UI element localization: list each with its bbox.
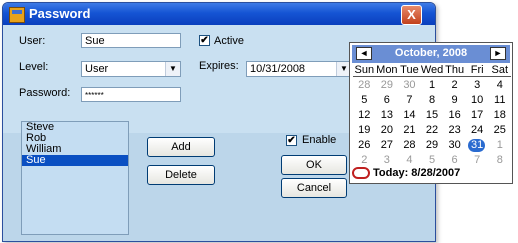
calendar-day[interactable]: 4 — [488, 78, 511, 93]
calendar-header: ◄ October, 2008 ► — [352, 45, 510, 63]
app-icon — [9, 7, 25, 23]
calendar-day[interactable]: 3 — [376, 153, 399, 168]
password-label: Password: — [19, 87, 71, 99]
calendar-day[interactable]: 13 — [376, 108, 399, 123]
calendar-day[interactable]: 30 — [443, 138, 466, 153]
calendar-day[interactable]: 17 — [466, 108, 489, 123]
calendar-day[interactable]: 2 — [443, 78, 466, 93]
calendar-day[interactable]: 28 — [398, 138, 421, 153]
level-select-value: User — [85, 63, 109, 75]
calendar-week: 19 20 21 22 23 24 25 — [353, 123, 511, 138]
calendar-day[interactable]: 11 — [488, 93, 511, 108]
users-listbox[interactable]: Steve Rob William Sue — [21, 121, 129, 235]
calendar-day[interactable]: 24 — [466, 123, 489, 138]
user-input[interactable]: Sue — [81, 33, 181, 48]
today-link[interactable]: Today: 8/28/2007 — [352, 167, 461, 180]
calendar-day[interactable]: 1 — [488, 138, 511, 153]
chevron-down-icon[interactable]: ▼ — [165, 62, 180, 76]
next-month-icon[interactable]: ► — [490, 47, 506, 60]
calendar-day[interactable]: 14 — [398, 108, 421, 123]
calendar-day-selected[interactable]: 31 — [466, 138, 489, 153]
weekday-label: Sat — [491, 64, 509, 76]
calendar-week: 28 29 30 1 2 3 4 — [353, 78, 511, 93]
enable-checkbox[interactable]: ✔ — [286, 135, 297, 146]
close-button[interactable]: X — [401, 5, 422, 25]
list-item-selected[interactable]: Sue — [22, 155, 128, 166]
ok-button[interactable]: OK — [281, 155, 347, 175]
calendar-day[interactable]: 6 — [376, 93, 399, 108]
weekday-label: Sun — [354, 64, 375, 76]
password-input[interactable]: ****** — [81, 87, 181, 102]
calendar-day[interactable]: 28 — [353, 78, 376, 93]
calendar-day[interactable]: 22 — [421, 123, 444, 138]
prev-month-icon[interactable]: ◄ — [356, 47, 372, 60]
calendar-day[interactable]: 8 — [488, 153, 511, 168]
calendar-day[interactable]: 18 — [488, 108, 511, 123]
calendar-week: 5 6 7 8 9 10 11 — [353, 93, 511, 108]
calendar-day[interactable]: 15 — [421, 108, 444, 123]
expires-label: Expires: — [199, 60, 239, 72]
calendar-day[interactable]: 4 — [398, 153, 421, 168]
calendar-day[interactable]: 16 — [443, 108, 466, 123]
enable-label: Enable — [302, 134, 337, 146]
calendar-day[interactable]: 21 — [398, 123, 421, 138]
calendar-week: 12 13 14 15 16 17 18 — [353, 108, 511, 123]
user-label: User: — [19, 35, 46, 47]
calendar-day[interactable]: 8 — [421, 93, 444, 108]
add-button[interactable]: Add — [147, 137, 215, 157]
calendar-day[interactable]: 12 — [353, 108, 376, 123]
calendar-week: 26 27 28 29 30 31 1 — [353, 138, 511, 153]
today-label: Today: 8/28/2007 — [373, 167, 461, 179]
calendar-day[interactable]: 20 — [376, 123, 399, 138]
weekday-label: Fri — [470, 64, 484, 76]
calendar-day[interactable]: 29 — [421, 138, 444, 153]
weekday-label: Tue — [400, 64, 419, 76]
calendar-day[interactable]: 7 — [466, 153, 489, 168]
calendar-day[interactable]: 26 — [353, 138, 376, 153]
weekday-header: Sun Mon Tue Wed Thu Fri Sat — [353, 64, 511, 77]
weekday-label: Mon — [376, 64, 398, 76]
calendar-day[interactable]: 5 — [421, 153, 444, 168]
delete-button[interactable]: Delete — [147, 165, 215, 185]
expires-date-picker[interactable]: 10/31/2008 ▼ — [246, 61, 352, 77]
title-bar[interactable]: Password X — [3, 3, 435, 25]
calendar-day[interactable]: 30 — [398, 78, 421, 93]
calendar-day[interactable]: 1 — [421, 78, 444, 93]
cancel-button[interactable]: Cancel — [281, 178, 347, 198]
level-select[interactable]: User ▼ — [81, 61, 181, 77]
calendar-day[interactable]: 7 — [398, 93, 421, 108]
calendar-day[interactable]: 27 — [376, 138, 399, 153]
weekday-label: Wed — [420, 64, 444, 76]
today-circle-icon — [352, 167, 370, 180]
calendar-day[interactable]: 2 — [353, 153, 376, 168]
calendar-day[interactable]: 23 — [443, 123, 466, 138]
calendar-day[interactable]: 10 — [466, 93, 489, 108]
level-label: Level: — [19, 61, 49, 73]
calendar-day[interactable]: 5 — [353, 93, 376, 108]
expires-value: 10/31/2008 — [250, 63, 306, 75]
calendar-day[interactable]: 6 — [443, 153, 466, 168]
calendar-day[interactable]: 3 — [466, 78, 489, 93]
selected-day-number: 31 — [471, 139, 484, 151]
window-title: Password — [29, 6, 91, 21]
active-label: Active — [214, 35, 244, 47]
calendar-day[interactable]: 19 — [353, 123, 376, 138]
active-checkbox[interactable]: ✔ — [199, 35, 210, 46]
calendar-day[interactable]: 25 — [488, 123, 511, 138]
calendar-day[interactable]: 9 — [443, 93, 466, 108]
calendar-month-label: October, 2008 — [394, 47, 468, 59]
calendar-week: 2 3 4 5 6 7 8 — [353, 153, 511, 168]
calendar-dropdown[interactable]: ◄ October, 2008 ► Sun Mon Tue Wed Thu Fr… — [349, 42, 513, 184]
weekday-label: Thu — [445, 64, 465, 76]
calendar-day[interactable]: 29 — [376, 78, 399, 93]
